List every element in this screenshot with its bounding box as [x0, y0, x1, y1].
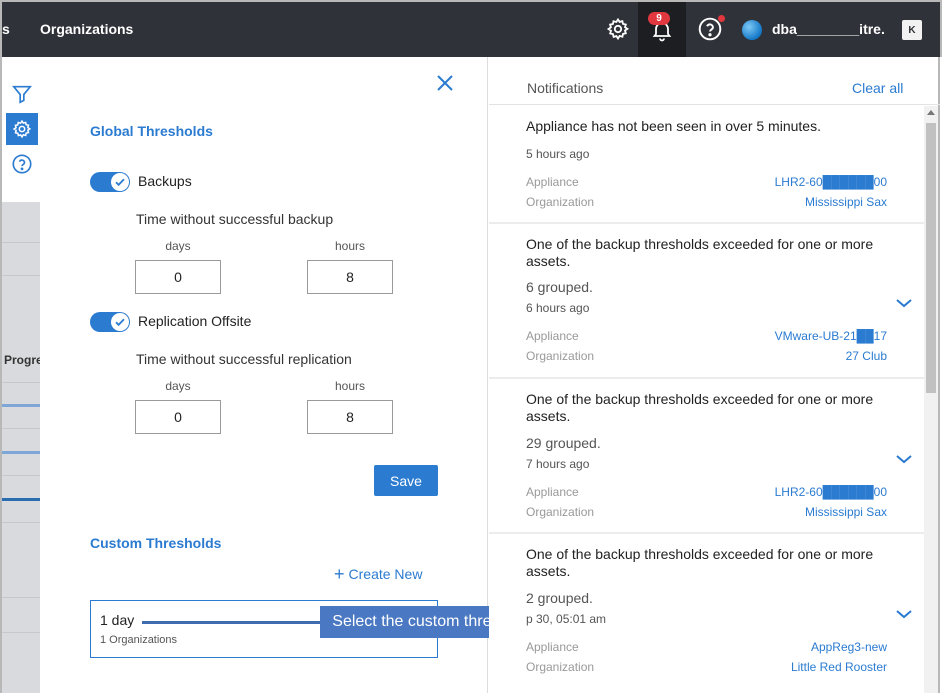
custom-threshold-name: 1 day [100, 612, 135, 628]
appliance-link[interactable]: AppReg3-new [811, 640, 887, 654]
thresholds-panel: Global Thresholds Backups Time without s… [40, 57, 488, 693]
notification-title: One of the backup thresholds exceeded fo… [526, 546, 874, 579]
breadcrumb-fragment[interactable]: s [2, 21, 10, 37]
create-new-label: Create New [348, 566, 423, 582]
background-table-strip [2, 202, 42, 693]
replication-days-input[interactable]: 0 [135, 400, 221, 434]
scrollbar-thumb[interactable] [926, 123, 936, 393]
notifications-list: Appliance has not been seen in over 5 mi… [489, 106, 924, 693]
help-rail-icon[interactable] [6, 148, 38, 180]
create-new-button[interactable]: + Create New [334, 564, 423, 584]
notification-title: One of the backup thresholds exceeded fo… [526, 236, 874, 269]
notifications-title: Notifications [527, 80, 604, 96]
replication-label: Replication Offsite [138, 313, 252, 329]
notification-item[interactable]: One of the backup thresholds exceeded fo… [489, 534, 924, 693]
notifications-header: Notifications Clear all [489, 57, 940, 105]
notification-key: Appliance [526, 175, 579, 189]
notifications-button[interactable]: 9 [638, 2, 686, 57]
notification-time: 7 hours ago [526, 457, 590, 471]
user-name[interactable]: dba________itre... [772, 21, 884, 37]
column-header-fragment: Progre [4, 353, 42, 367]
notification-time: 6 hours ago [526, 301, 590, 315]
settings-rail-icon[interactable] [6, 113, 38, 145]
brand-logo: K [902, 20, 922, 40]
custom-thresholds-title: Custom Thresholds [90, 535, 222, 551]
filter-icon[interactable] [6, 78, 38, 110]
notification-key: Appliance [526, 329, 579, 343]
notification-key: Organization [526, 195, 595, 209]
backups-label: Backups [138, 173, 192, 189]
notification-title: Appliance has not been seen in over 5 mi… [526, 118, 821, 134]
notification-item[interactable]: Appliance has not been seen in over 5 mi… [489, 106, 924, 222]
notification-grouped: 6 grouped. [526, 279, 593, 295]
replication-hours-label: hours [334, 379, 366, 393]
chevron-down-icon[interactable] [895, 607, 913, 619]
replication-toggle[interactable] [90, 312, 130, 332]
appliance-link[interactable]: VMware-UB-21██17 [775, 329, 887, 343]
notification-key: Organization [526, 349, 595, 363]
organization-link[interactable]: 27 Club [846, 349, 887, 363]
organization-link[interactable]: Mississippi Sax [805, 505, 887, 519]
replication-hours-input[interactable]: 8 [307, 400, 393, 434]
scroll-up-icon[interactable] [927, 110, 935, 115]
help-alert-dot [718, 15, 725, 22]
tooltip-pointer-line [142, 621, 322, 624]
left-rail: Progre [0, 57, 42, 693]
backup-days-input[interactable]: 0 [135, 260, 221, 294]
notifications-scrollbar[interactable] [924, 106, 938, 693]
custom-threshold-orgs: 1 Organizations [100, 634, 178, 646]
replication-days-label: days [165, 379, 191, 393]
notification-key: Organization [526, 505, 595, 519]
notification-time: p 30, 05:01 am [526, 612, 607, 626]
notification-key: Appliance [526, 485, 579, 499]
backup-subheading: Time without successful backup [136, 211, 334, 227]
top-bar: s Organizations 9 dba________itre... K [0, 0, 942, 57]
chevron-down-icon[interactable] [895, 452, 913, 464]
clear-all-link[interactable]: Clear all [852, 80, 903, 96]
backup-hours-input[interactable]: 8 [307, 260, 393, 294]
notification-grouped: 2 grouped. [526, 590, 593, 606]
organization-link[interactable]: Little Red Rooster [791, 660, 887, 674]
chevron-down-icon[interactable] [895, 296, 913, 308]
appliance-link[interactable]: LHR2-60██████00 [775, 485, 887, 499]
notification-item[interactable]: One of the backup thresholds exceeded fo… [489, 224, 924, 377]
backup-hours-label: hours [334, 239, 366, 253]
gear-icon[interactable] [603, 14, 633, 44]
plus-icon: + [334, 564, 345, 584]
notification-grouped: 29 grouped. [526, 435, 601, 451]
backup-days-label: days [165, 239, 191, 253]
notification-title: One of the backup thresholds exceeded fo… [526, 391, 874, 424]
save-button[interactable]: Save [374, 465, 438, 496]
notification-count-badge: 9 [648, 12, 670, 25]
help-icon[interactable] [695, 14, 725, 44]
notification-key: Organization [526, 660, 595, 674]
close-icon[interactable] [436, 74, 456, 94]
notification-time: 5 hours ago [526, 147, 590, 161]
backups-toggle[interactable] [90, 172, 130, 192]
appliance-link[interactable]: LHR2-60██████00 [775, 175, 887, 189]
organization-link[interactable]: Mississippi Sax [805, 195, 887, 209]
avatar[interactable] [742, 20, 762, 40]
replication-subheading: Time without successful replication [136, 351, 352, 367]
notifications-panel: Notifications Clear all Appliance has no… [489, 57, 940, 693]
global-thresholds-title: Global Thresholds [90, 123, 213, 139]
nav-organizations[interactable]: Organizations [40, 21, 133, 37]
notification-item[interactable]: One of the backup thresholds exceeded fo… [489, 379, 924, 532]
notification-key: Appliance [526, 640, 579, 654]
